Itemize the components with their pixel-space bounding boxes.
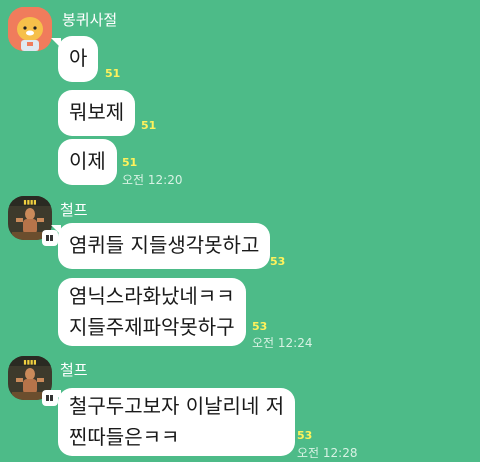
message-time: 오전 12:24 [252, 336, 313, 350]
sender-name: 철프 [60, 201, 88, 219]
message-bubble[interactable]: 염퀴들 지들생각못하고 [58, 223, 271, 269]
unread-count: 53 [297, 429, 313, 442]
unread-count: 53 [270, 255, 286, 268]
message-bubble[interactable]: 철구두고보자 이날리네 저 찐따들은ㅋㅋ [58, 388, 296, 456]
message-bubble[interactable]: 아 [58, 36, 99, 82]
avatar[interactable] [8, 7, 52, 51]
sender-name: 봉퀴사절 [62, 11, 118, 29]
unread-count: 51 [105, 67, 121, 80]
message-time: 오전 12:28 [297, 446, 358, 460]
cartoon-lion-avatar-icon [8, 7, 52, 51]
unread-count: 53 [252, 320, 268, 333]
message-bubble[interactable]: 뭐보제 [58, 90, 136, 136]
avatar[interactable]: ▮▮▮▮ [8, 196, 58, 246]
svg-text:▮▮▮▮: ▮▮▮▮ [23, 359, 36, 366]
unread-count: 51 [141, 119, 157, 132]
message-bubble[interactable]: 염닉스라화났네ㅋㅋ 지들주제파악못하구 [58, 278, 246, 346]
message-bubble[interactable]: 이제 [58, 139, 117, 185]
svg-text:▮▮▮▮: ▮▮▮▮ [23, 199, 36, 206]
sender-name: 철프 [60, 361, 88, 379]
unread-count: 51 [122, 156, 138, 169]
avatar[interactable]: ▮▮▮▮ [8, 356, 58, 406]
message-time: 오전 12:20 [122, 173, 183, 187]
